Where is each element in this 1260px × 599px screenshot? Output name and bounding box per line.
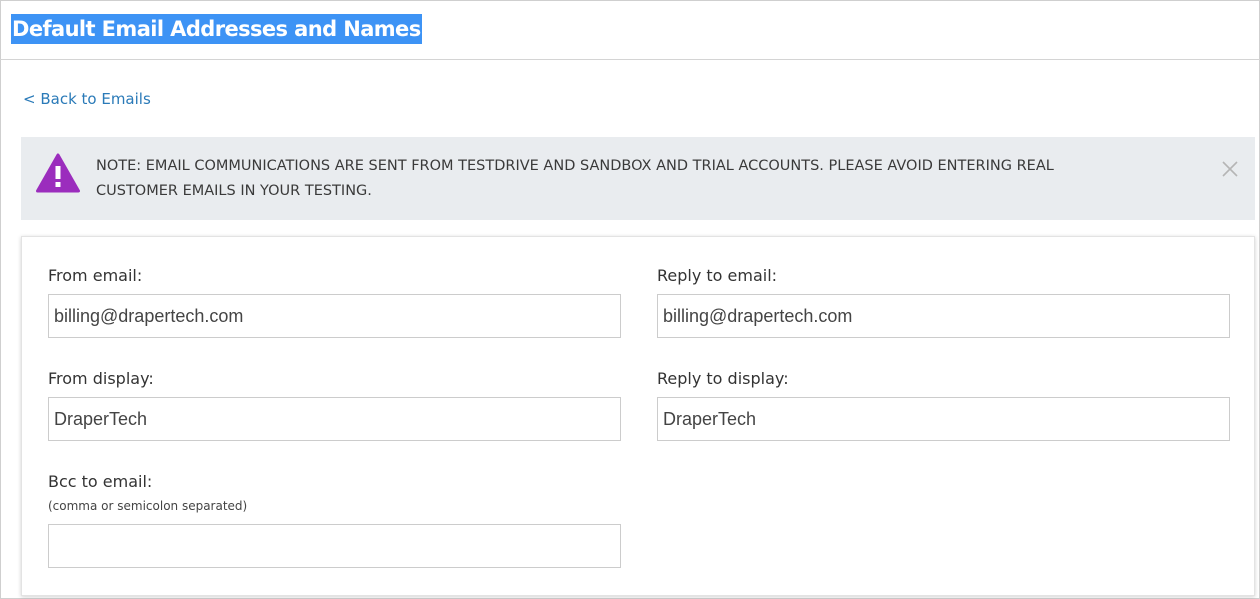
bcc-email-label: Bcc to email: bbox=[48, 472, 153, 491]
page-header: Default Email Addresses and Names bbox=[0, 0, 1260, 60]
from-email-field[interactable] bbox=[48, 294, 621, 338]
reply-to-email-label: Reply to email: bbox=[657, 266, 778, 285]
reply-to-display-label: Reply to display: bbox=[657, 369, 789, 388]
page-title: Default Email Addresses and Names bbox=[11, 14, 422, 44]
warning-triangle-icon bbox=[36, 153, 80, 193]
from-display-label: From display: bbox=[48, 369, 154, 388]
bcc-email-hint: (comma or semicolon separated) bbox=[48, 499, 248, 513]
bcc-email-field[interactable] bbox=[48, 524, 621, 568]
back-to-emails-link[interactable]: < Back to Emails bbox=[23, 88, 151, 110]
reply-to-display-field[interactable] bbox=[657, 397, 1230, 441]
from-display-field[interactable] bbox=[48, 397, 621, 441]
close-icon[interactable] bbox=[1221, 160, 1239, 178]
from-email-label: From email: bbox=[48, 266, 143, 285]
email-settings-form: From email: Reply to email: From display… bbox=[21, 236, 1255, 596]
notice-text: NOTE: EMAIL COMMUNICATIONS ARE SENT FROM… bbox=[96, 158, 1054, 199]
notice-banner: NOTE: EMAIL COMMUNICATIONS ARE SENT FROM… bbox=[21, 137, 1255, 220]
reply-to-email-field[interactable] bbox=[657, 294, 1230, 338]
